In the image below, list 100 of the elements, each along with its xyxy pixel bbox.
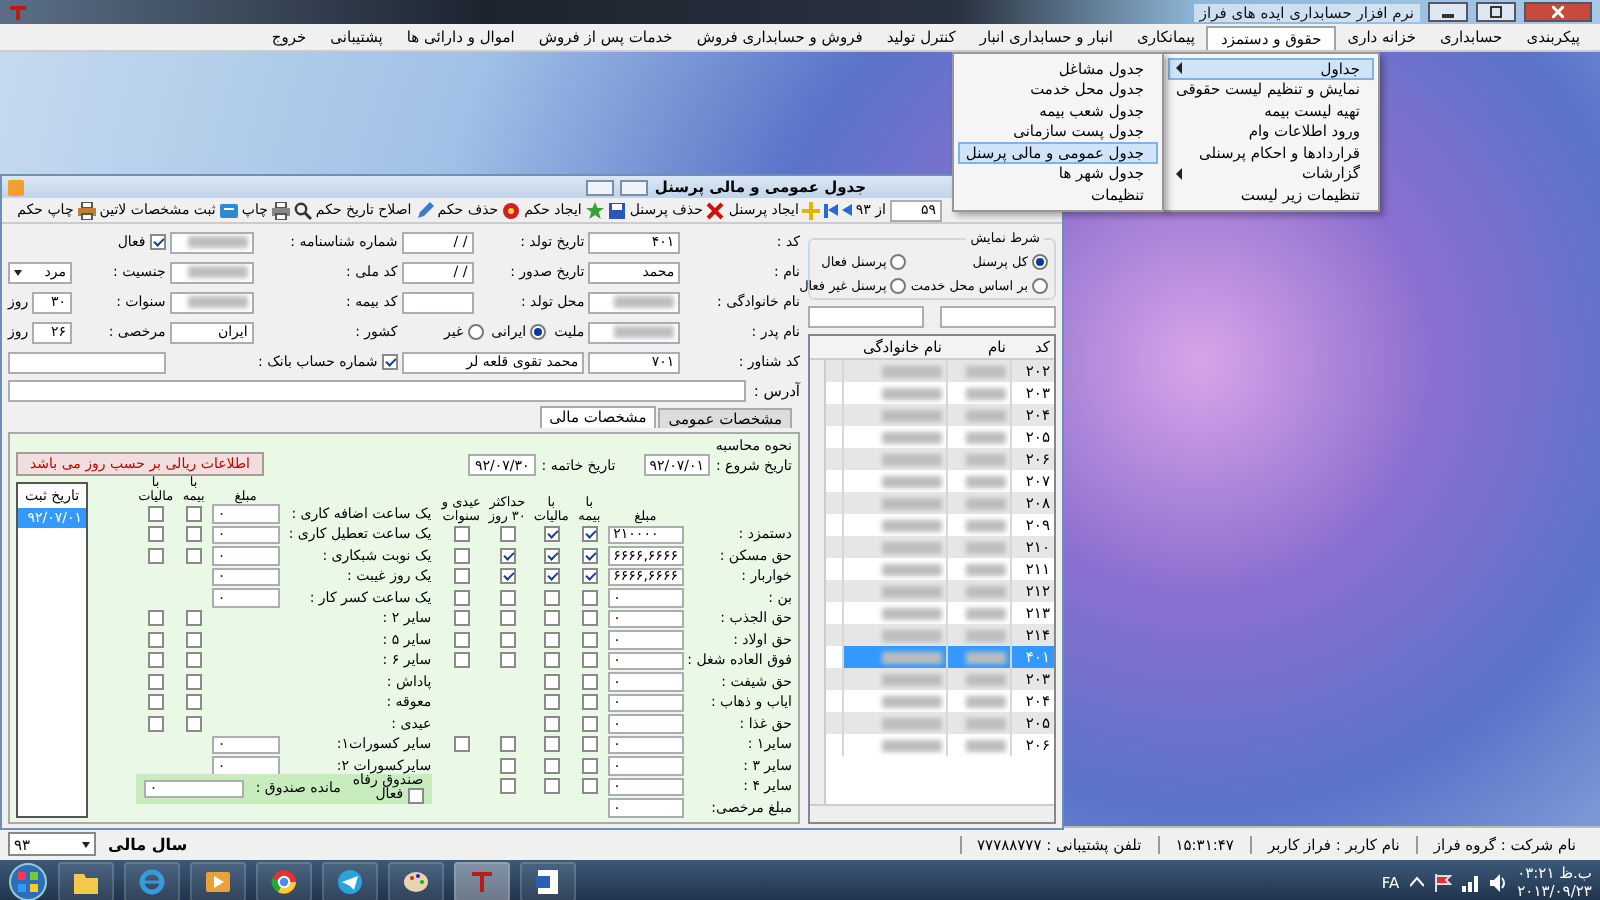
checkbox[interactable] xyxy=(581,652,598,669)
checkbox[interactable] xyxy=(581,757,598,774)
text-field[interactable] xyxy=(940,306,1056,328)
text-field[interactable] xyxy=(169,231,254,253)
checkbox[interactable] xyxy=(543,778,560,795)
checkbox[interactable] xyxy=(147,673,164,690)
maximize-button[interactable] xyxy=(1476,2,1516,22)
checkbox[interactable] xyxy=(543,631,560,648)
checkbox[interactable] xyxy=(185,505,202,522)
checkbox[interactable] xyxy=(499,526,516,543)
caret-icon[interactable] xyxy=(1409,876,1424,888)
checkbox[interactable] xyxy=(453,547,470,564)
blurred-value xyxy=(882,475,942,487)
document-icon xyxy=(534,868,562,896)
signal-icon[interactable] xyxy=(1461,873,1480,891)
save-button[interactable] xyxy=(607,201,626,219)
printer-icon xyxy=(77,201,96,219)
text-field[interactable] xyxy=(588,321,681,343)
taskbar-button[interactable] xyxy=(520,862,576,900)
scrollbar[interactable] xyxy=(810,360,826,804)
text-field[interactable] xyxy=(169,261,254,283)
checkbox[interactable] xyxy=(147,505,164,522)
checkbox[interactable] xyxy=(543,736,560,753)
checkbox[interactable] xyxy=(453,652,470,669)
checkbox[interactable] xyxy=(147,610,164,627)
checkbox[interactable] xyxy=(453,610,470,627)
checkbox[interactable] xyxy=(147,715,164,732)
checkbox[interactable] xyxy=(147,631,164,648)
checkbox[interactable] xyxy=(453,526,470,543)
checkbox[interactable] xyxy=(185,694,202,711)
checkbox[interactable] xyxy=(581,631,598,648)
checkbox[interactable] xyxy=(499,736,516,753)
checkbox[interactable] xyxy=(453,736,470,753)
checkbox[interactable] xyxy=(185,673,202,690)
flag-icon[interactable] xyxy=(1433,873,1452,891)
next-icon[interactable] xyxy=(841,204,852,216)
checkbox[interactable] xyxy=(185,715,202,732)
blurred-value xyxy=(882,519,942,531)
checkbox[interactable] xyxy=(185,652,202,669)
checkbox[interactable] xyxy=(543,652,560,669)
blurred-value xyxy=(966,607,1006,619)
play-icon xyxy=(204,868,232,896)
checkbox[interactable] xyxy=(581,715,598,732)
checkbox[interactable] xyxy=(581,736,598,753)
checkbox[interactable] xyxy=(581,589,598,606)
checkbox[interactable] xyxy=(543,715,560,732)
checkbox[interactable] xyxy=(453,631,470,648)
checkbox[interactable] xyxy=(543,547,560,564)
text-field[interactable] xyxy=(8,351,166,373)
checkbox[interactable] xyxy=(147,694,164,711)
checkbox[interactable] xyxy=(543,694,560,711)
checkbox[interactable] xyxy=(499,652,516,669)
checkbox[interactable] xyxy=(147,652,164,669)
checkbox[interactable] xyxy=(453,589,470,606)
search-button[interactable] xyxy=(293,201,312,219)
taskbar-button[interactable] xyxy=(256,862,312,900)
text-field[interactable] xyxy=(808,306,924,328)
app-logo-icon xyxy=(8,2,28,22)
text-field[interactable] xyxy=(588,291,681,313)
checkbox[interactable] xyxy=(543,673,560,690)
checkbox[interactable] xyxy=(543,610,560,627)
text-field[interactable] xyxy=(8,380,746,402)
checkbox[interactable] xyxy=(581,673,598,690)
taskbar-button[interactable] xyxy=(190,862,246,900)
checkbox[interactable] xyxy=(185,631,202,648)
checkbox[interactable] xyxy=(581,568,598,585)
checkbox[interactable] xyxy=(499,610,516,627)
checkbox[interactable] xyxy=(147,547,164,564)
close-button[interactable] xyxy=(1524,2,1592,22)
blurred-value xyxy=(966,717,1006,729)
scrollbar[interactable] xyxy=(810,804,1054,822)
checkbox[interactable] xyxy=(147,526,164,543)
checkbox[interactable] xyxy=(499,568,516,585)
checkbox[interactable] xyxy=(581,547,598,564)
taskbar-button[interactable] xyxy=(58,862,114,900)
checkbox[interactable] xyxy=(581,778,598,795)
checkbox[interactable] xyxy=(499,778,516,795)
checkbox[interactable] xyxy=(543,589,560,606)
speaker-icon[interactable] xyxy=(1489,873,1508,891)
checkbox[interactable] xyxy=(453,568,470,585)
checkbox[interactable] xyxy=(499,631,516,648)
checkbox[interactable] xyxy=(581,610,598,627)
taskbar-button[interactable] xyxy=(388,862,444,900)
checkbox[interactable] xyxy=(581,526,598,543)
start-button[interactable] xyxy=(8,862,48,900)
checkbox[interactable] xyxy=(543,526,560,543)
checkbox[interactable] xyxy=(499,547,516,564)
taskbar-button[interactable] xyxy=(322,862,378,900)
checkbox[interactable] xyxy=(581,694,598,711)
minimize-button[interactable] xyxy=(1428,2,1468,22)
checkbox[interactable] xyxy=(185,526,202,543)
checkbox[interactable] xyxy=(185,610,202,627)
checkbox[interactable] xyxy=(543,757,560,774)
text-field[interactable] xyxy=(401,291,474,313)
restore-button[interactable] xyxy=(620,179,649,195)
checkbox[interactable] xyxy=(543,568,560,585)
text-field[interactable] xyxy=(169,291,254,313)
checkbox[interactable] xyxy=(499,757,516,774)
checkbox[interactable] xyxy=(499,589,516,606)
checkbox[interactable] xyxy=(185,547,202,564)
